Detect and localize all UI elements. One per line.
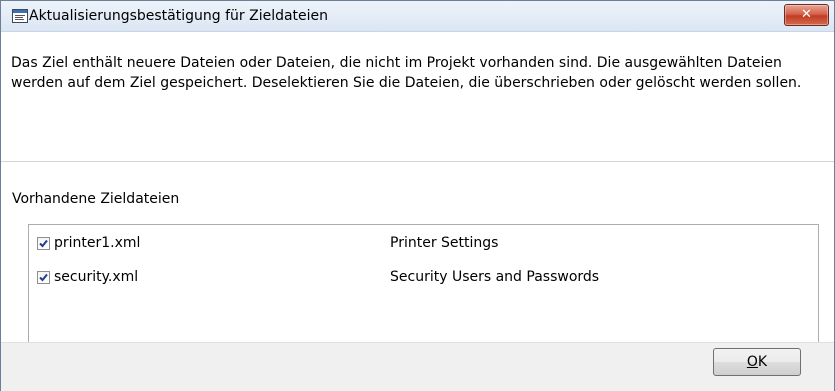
file-checkbox[interactable]: [37, 271, 50, 284]
title-bar[interactable]: Aktualisierungsbestätigung für Zieldatei…: [1, 1, 834, 32]
separator: [1, 161, 834, 162]
window-title: Aktualisierungsbestätigung für Zieldatei…: [29, 8, 329, 24]
ok-button[interactable]: OK: [713, 348, 801, 376]
close-icon: ✕: [801, 7, 812, 22]
file-description: Security Users and Passwords: [390, 269, 600, 285]
file-name: printer1.xml: [54, 235, 141, 251]
list-item[interactable]: printer1.xml Printer Settings: [29, 233, 818, 255]
file-description: Printer Settings: [390, 235, 499, 251]
close-button[interactable]: ✕: [784, 4, 829, 26]
description-text: Das Ziel enthält neuere Dateien oder Dat…: [11, 55, 802, 91]
file-list[interactable]: printer1.xml Printer Settings security.x…: [28, 224, 819, 350]
checkmark-icon: [39, 239, 48, 248]
ok-mnemonic: O: [746, 354, 758, 370]
button-bar: OK: [1, 342, 834, 391]
checkmark-icon: [39, 273, 48, 282]
list-item[interactable]: security.xml Security Users and Password…: [29, 267, 818, 289]
dialog-content: Das Ziel enthält neuere Dateien oder Dat…: [1, 32, 834, 350]
dialog-window-icon: [12, 8, 28, 23]
ok-label: K: [757, 354, 768, 370]
file-checkbox[interactable]: [37, 237, 50, 250]
file-name: security.xml: [54, 269, 139, 285]
dialog-window: Aktualisierungsbestätigung für Zieldatei…: [0, 0, 835, 391]
group-label: Vorhandene Zieldateien: [12, 191, 180, 207]
